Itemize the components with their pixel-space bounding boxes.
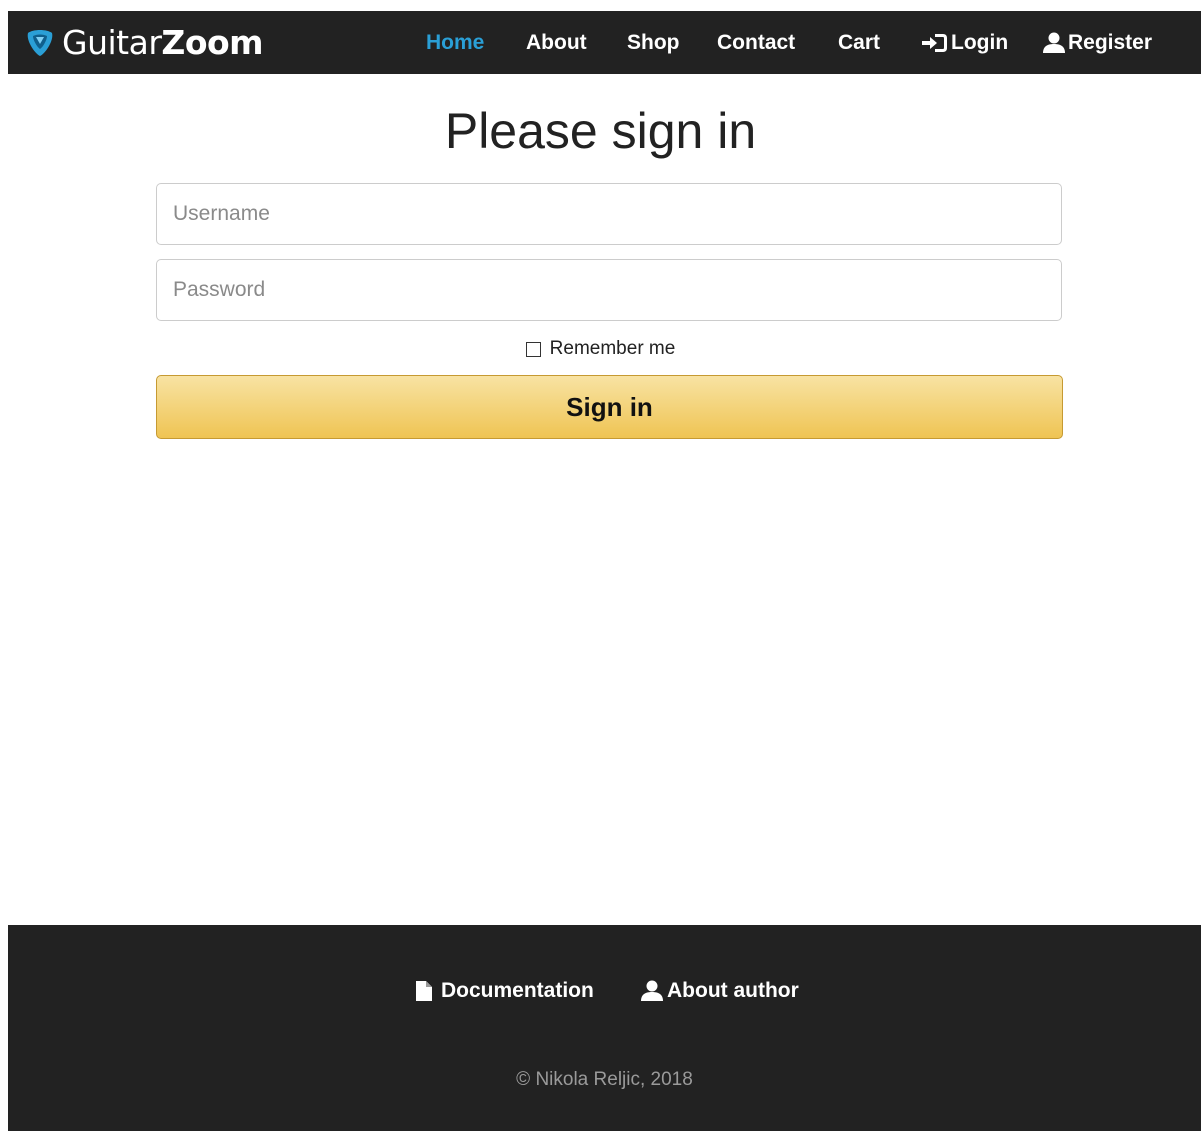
file-icon <box>415 980 433 1002</box>
nav-about[interactable]: About <box>526 11 587 74</box>
nav-login[interactable]: Login <box>921 11 1008 74</box>
page: GuitarZoom Home About Shop Contact Cart … <box>0 0 1201 1131</box>
footer-documentation-link[interactable]: Documentation <box>415 977 594 1005</box>
remember-me-row: Remember me <box>0 336 1201 362</box>
copyright: © Nikola Reljic, 2018 <box>516 1069 693 1090</box>
nav-register-label: Register <box>1068 30 1153 54</box>
sign-in-icon <box>921 32 949 54</box>
footer: Documentation About author © Nikola Relj… <box>8 925 1201 1131</box>
user-icon <box>1042 32 1066 54</box>
nav-register[interactable]: Register <box>1042 11 1152 74</box>
username-input[interactable] <box>156 183 1062 245</box>
nav-login-label: Login <box>951 30 1009 54</box>
nav-shop[interactable]: Shop <box>627 11 680 74</box>
brand-name: GuitarZoom <box>62 23 264 62</box>
guitar-pick-icon <box>25 28 55 58</box>
navbar: GuitarZoom Home About Shop Contact Cart … <box>8 11 1201 74</box>
remember-me-checkbox[interactable] <box>525 341 541 357</box>
user-icon <box>640 980 664 1002</box>
footer-documentation-label: Documentation <box>441 979 594 1002</box>
nav-contact[interactable]: Contact <box>717 11 795 74</box>
brand-link[interactable]: GuitarZoom <box>25 11 264 74</box>
nav-home[interactable]: Home <box>426 11 484 74</box>
page-title: Please sign in <box>444 103 757 159</box>
brand-name-bold: Zoom <box>161 23 264 62</box>
brand-name-thin: Guitar <box>62 23 162 62</box>
password-input[interactable] <box>156 259 1062 321</box>
footer-about-author-link[interactable]: About author <box>640 977 799 1005</box>
remember-me-label[interactable]: Remember me <box>550 338 676 360</box>
sign-in-button[interactable]: Sign in <box>156 375 1063 439</box>
footer-about-author-label: About author <box>667 979 799 1002</box>
nav-cart[interactable]: Cart <box>838 11 880 74</box>
